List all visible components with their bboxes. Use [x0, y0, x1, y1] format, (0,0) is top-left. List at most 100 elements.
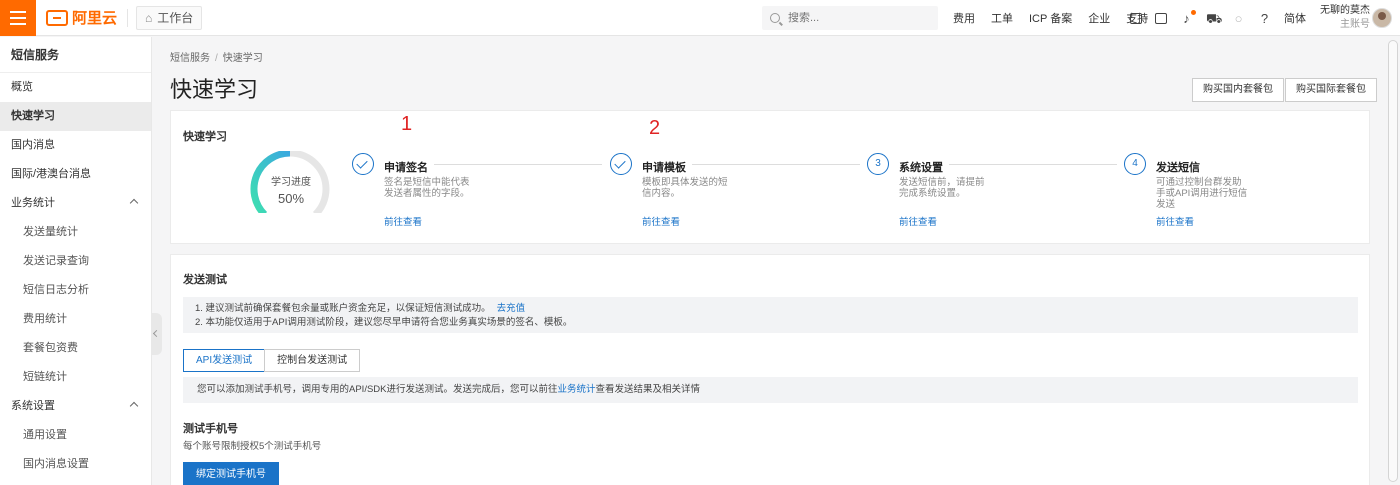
sidebar-collapse-handle[interactable]	[152, 313, 162, 355]
chevron-up-icon	[129, 198, 139, 208]
user-info[interactable]: 无聊的莫杰 主账号	[1320, 4, 1370, 32]
recharge-link[interactable]: 去充值	[497, 303, 526, 314]
buy-domestic-package-button[interactable]: 购买国内套餐包	[1192, 78, 1284, 102]
step-desc-line: 信内容。	[642, 188, 681, 199]
notice-text: 1. 建议测试前确保套餐包余量或账户资金充足，以保证短信测试成功。	[195, 303, 491, 314]
nav-link-enterprise[interactable]: 企业	[1088, 10, 1110, 26]
help-icon[interactable]: ?	[1258, 12, 1271, 25]
sidebar-item-label: 系统设置	[11, 400, 55, 412]
sidebar-item-log-analysis[interactable]: 短信日志分析	[0, 276, 151, 305]
sidebar-item-international-msg[interactable]: 国际/港澳台消息	[0, 160, 151, 189]
sidebar-item-label: 业务统计	[11, 197, 55, 209]
quick-learn-card: 快速学习 学习进度 50% 1 2 申请签名 签名是短信中能代表 发送者属性的字…	[170, 110, 1370, 244]
nav-link-billing[interactable]: 费用	[953, 10, 975, 26]
step-desc-line: 发送者属性的字段。	[384, 188, 470, 199]
sidebar-item-overview[interactable]: 概览	[0, 73, 151, 102]
sidebar-item-shortlink-stats[interactable]: 短链统计	[0, 363, 151, 392]
terminal-icon[interactable]	[1155, 12, 1167, 24]
info-text: 您可以添加测试手机号，调用专用的API/SDK进行发送测试。发送完成后，您可以前…	[197, 384, 558, 395]
sidebar-item-general-settings[interactable]: 通用设置	[0, 421, 151, 450]
step-1-desc: 签名是短信中能代表 发送者属性的字段。	[384, 177, 470, 199]
sidebar-item-package-fees[interactable]: 套餐包资费	[0, 334, 151, 363]
language-switch[interactable]: 简体	[1284, 10, 1306, 26]
notice-line: 1. 建议测试前确保套餐包余量或账户资金充足，以保证短信测试成功。 去充值	[195, 302, 1358, 316]
chevron-up-icon	[129, 401, 139, 411]
step-desc-line: 可通过控制台群发助	[1156, 177, 1242, 188]
aliyun-logo[interactable]: 阿里云	[46, 7, 117, 28]
sidebar-item-quick-learn[interactable]: 快速学习	[0, 102, 151, 131]
tab-api-test[interactable]: API发送测试	[183, 349, 266, 372]
search-input[interactable]	[788, 12, 928, 24]
step-desc-line: 签名是短信中能代表	[384, 177, 470, 188]
card-title: 快速学习	[183, 131, 227, 143]
notice-text: 2. 本功能仅适用于API调用测试阶段，建议您尽早申请符合您业务真实场景的签名、…	[195, 317, 573, 328]
logo-mark-icon	[46, 9, 68, 26]
user-role: 主账号	[1340, 19, 1370, 30]
sidebar-item-domestic-settings[interactable]: 国内消息设置	[0, 450, 151, 479]
sidebar-title: 短信服务	[0, 37, 151, 73]
annotation-number: 2	[649, 117, 661, 139]
scrollbar-thumb[interactable]	[1388, 40, 1398, 482]
sidebar-item-cost-stats[interactable]: 费用统计	[0, 305, 151, 334]
bell-icon[interactable]: ♪	[1180, 9, 1196, 25]
info-box: 您可以添加测试手机号，调用专用的API/SDK进行发送测试。发送完成后，您可以前…	[183, 377, 1358, 403]
step-3-number: 3	[867, 153, 889, 175]
buy-international-package-button[interactable]: 购买国际套餐包	[1285, 78, 1377, 102]
user-name: 无聊的莫杰	[1320, 5, 1370, 16]
nav-link-ticket[interactable]: 工单	[991, 10, 1013, 26]
breadcrumb-separator: /	[215, 53, 218, 64]
menu-icon[interactable]	[0, 0, 36, 36]
test-phone-title: 测试手机号	[183, 423, 238, 435]
send-test-card: 发送测试 1. 建议测试前确保套餐包余量或账户资金充足，以保证短信测试成功。 去充…	[170, 254, 1370, 485]
sidebar-group-system-settings[interactable]: 系统设置	[0, 392, 151, 421]
sidebar: 短信服务 概览 快速学习 国内消息 国际/港澳台消息 业务统计 发送量统计 发送…	[0, 37, 152, 485]
sidebar-group-business-stats[interactable]: 业务统计	[0, 189, 151, 218]
step-4-link[interactable]: 前往查看	[1156, 214, 1194, 228]
card-title: 发送测试	[183, 274, 227, 286]
test-phone-desc: 每个账号限制授权5个测试手机号	[183, 441, 322, 452]
sidebar-item-domestic-msg[interactable]: 国内消息	[0, 131, 151, 160]
step-desc-line: 手或API调用进行短信	[1156, 188, 1248, 199]
info-text: 查看发送结果及相关详情	[595, 384, 701, 395]
step-2-desc: 模板即具体发送的短 信内容。	[642, 177, 728, 199]
progress-label: 学习进度	[271, 177, 311, 188]
step-desc-line: 发送短信前，请提前	[899, 177, 985, 188]
breadcrumb-item: 快速学习	[222, 53, 263, 64]
avatar[interactable]	[1372, 8, 1392, 28]
step-2-title: 申请模板	[642, 162, 686, 174]
step-desc-line: 发送	[1156, 199, 1176, 210]
notice-box: 1. 建议测试前确保套餐包余量或账户资金充足，以保证短信测试成功。 去充值 2. …	[183, 297, 1358, 333]
tab-console-test[interactable]: 控制台发送测试	[264, 349, 361, 372]
step-1-link[interactable]: 前往查看	[384, 214, 422, 228]
step-2-check-icon	[610, 153, 632, 175]
business-stats-link[interactable]: 业务统计	[558, 384, 596, 395]
test-mode-tabs: API发送测试 控制台发送测试	[183, 349, 361, 372]
progress-value: 50%	[277, 191, 305, 206]
step-1-check-icon	[352, 153, 374, 175]
step-4-desc: 可通过控制台群发助 手或API调用进行短信 发送	[1156, 177, 1247, 210]
sidebar-item-send-volume[interactable]: 发送量统计	[0, 218, 151, 247]
search-box[interactable]	[762, 6, 938, 30]
step-3-link[interactable]: 前往查看	[899, 214, 937, 228]
cloud-shell-icon[interactable]	[1130, 12, 1142, 24]
step-desc-line: 完成系统设置。	[899, 188, 966, 199]
nav-link-icp[interactable]: ICP 备案	[1029, 10, 1072, 26]
step-1-title: 申请签名	[384, 162, 428, 174]
workbench-button[interactable]: ⌂ 工作台	[136, 5, 203, 30]
step-2-link[interactable]: 前往查看	[642, 214, 680, 228]
step-connector	[949, 164, 1117, 165]
step-4-number: 4	[1124, 153, 1146, 175]
bind-test-phone-button[interactable]: 绑定测试手机号	[183, 462, 279, 485]
divider	[127, 8, 129, 27]
workbench-label: 工作台	[157, 11, 194, 25]
breadcrumb-item[interactable]: 短信服务	[170, 53, 210, 64]
sidebar-item-send-records[interactable]: 发送记录查询	[0, 247, 151, 276]
top-nav-icons: ♪ ⛟ ○ ? 简体	[1130, 0, 1306, 36]
step-connector	[692, 164, 860, 165]
cart-icon[interactable]: ⛟	[1206, 12, 1222, 25]
step-3-desc: 发送短信前，请提前 完成系统设置。	[899, 177, 985, 199]
home-icon: ⌂	[145, 10, 153, 25]
step-4-title: 发送短信	[1156, 162, 1200, 174]
page-title: 快速学习	[170, 77, 259, 102]
lightbulb-icon[interactable]: ○	[1232, 12, 1245, 25]
